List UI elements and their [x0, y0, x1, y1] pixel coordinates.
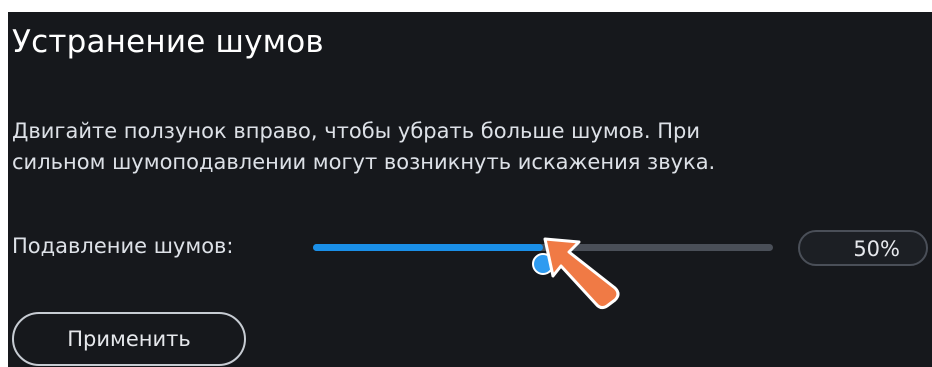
hand-pointer-arrow-icon	[543, 237, 620, 310]
noise-suppression-value: 50%	[853, 237, 900, 261]
noise-suppression-row: Подавление шумов: 50%	[12, 228, 932, 275]
noise-reduction-panel: Устранение шумов Двигайте ползунок вправ…	[8, 12, 932, 367]
apply-button[interactable]: Применить	[12, 312, 246, 366]
slider-fill	[313, 244, 543, 251]
panel-title: Устранение шумов	[12, 24, 324, 60]
noise-suppression-label: Подавление шумов:	[12, 234, 234, 258]
noise-suppression-value-field[interactable]: 50%	[798, 230, 928, 266]
description-line-1: Двигайте ползунок вправо, чтобы убрать б…	[12, 119, 701, 143]
description-line-2: сильном шумоподавлении могут возникнуть …	[12, 150, 716, 174]
panel-description: Двигайте ползунок вправо, чтобы убрать б…	[12, 116, 912, 178]
